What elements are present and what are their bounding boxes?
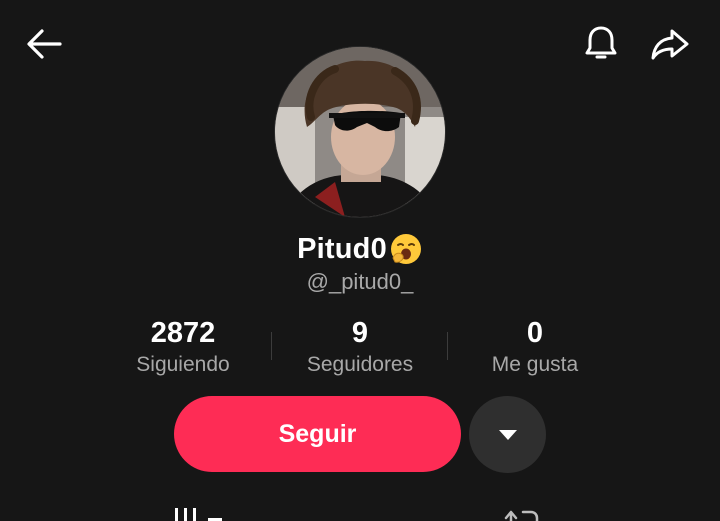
tab-reposts[interactable] [503, 504, 543, 521]
username: @_pitud0_ [306, 269, 414, 294]
videos-grid-icon [175, 508, 222, 521]
following-count: 2872 [150, 317, 216, 349]
follow-button[interactable]: Seguir [174, 396, 461, 472]
followers-count: 9 [351, 317, 369, 349]
avatar-photo [275, 47, 445, 217]
following-label: Siguiendo [136, 353, 230, 376]
stat-following[interactable]: 2872 Siguiendo [95, 316, 271, 380]
stat-followers[interactable]: 9 Seguidores [272, 316, 448, 380]
notification-button[interactable] [575, 18, 627, 70]
profile-screen: Pitud0 @_pitud0_ 2872 Siguiendo 9 Seguid… [0, 0, 720, 521]
avatar[interactable] [275, 47, 445, 217]
followers-label: Seguidores [306, 353, 414, 376]
arrow-left-icon [27, 29, 62, 59]
likes-count: 0 [526, 317, 544, 349]
tab-videos[interactable] [172, 504, 228, 521]
display-name: Pitud0 [297, 232, 387, 265]
caret-down-icon [498, 429, 517, 440]
yawning-face-emoji [390, 234, 421, 264]
more-options-button[interactable] [469, 396, 546, 473]
bell-icon [585, 26, 617, 59]
likes-label: Me gusta [491, 353, 579, 376]
repost-icon [504, 510, 539, 521]
share-button[interactable] [644, 18, 696, 70]
display-name-row: Pitud0 [0, 232, 720, 266]
back-button[interactable] [18, 18, 70, 70]
share-arrow-icon [651, 29, 689, 60]
stat-likes[interactable]: 0 Me gusta [447, 316, 623, 380]
